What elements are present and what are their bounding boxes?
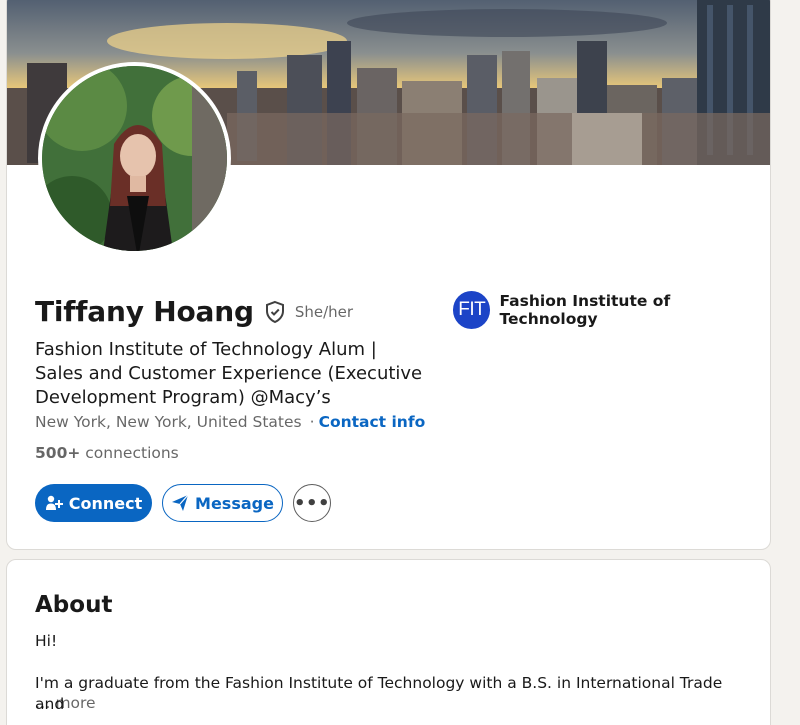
education-link[interactable]: FIT Fashion Institute of Technology (453, 291, 770, 329)
headline: Fashion Institute of Technology Alum | S… (35, 339, 423, 408)
ellipsis: … (35, 694, 51, 712)
profile-photo[interactable] (38, 62, 231, 255)
connect-label: Connect (68, 493, 143, 513)
message-button[interactable]: Message (162, 484, 283, 522)
location-row: New York, New York, United States · Contac… (35, 413, 425, 431)
profile-name: Tiffany Hoang (35, 295, 254, 328)
separator: · (309, 413, 315, 431)
profile-actions: Connect Message ••• (35, 484, 331, 522)
school-logo: FIT (453, 291, 491, 329)
location: New York, New York, United States (35, 413, 302, 431)
connections-label: connections (85, 444, 179, 462)
about-greeting: Hi! (35, 632, 58, 650)
about-body: I'm a graduate from the Fashion Institut… (35, 674, 723, 713)
about-more-row: … more (35, 694, 96, 712)
name-row: Tiffany Hoang She/her (35, 295, 353, 328)
contact-info-link[interactable]: Contact info (319, 413, 426, 431)
more-button[interactable]: ••• (293, 484, 331, 522)
see-more-link[interactable]: more (55, 694, 95, 712)
about-card: About Hi! I'm a graduate from the Fashio… (6, 559, 771, 725)
message-label: Message (195, 493, 274, 513)
add-person-icon (45, 495, 63, 510)
about-title: About (35, 592, 113, 618)
about-text: Hi! I'm a graduate from the Fashion Inst… (35, 631, 755, 715)
profile-card: Tiffany Hoang She/her Fashion Institute … (6, 0, 771, 550)
connections-count: 500+ (35, 444, 81, 462)
more-icon: ••• (294, 492, 331, 514)
school-logo-text: FIT (458, 299, 486, 320)
school-name: Fashion Institute of Technology (499, 292, 671, 328)
pronouns: She/her (294, 302, 354, 321)
send-icon (172, 494, 189, 511)
connect-button[interactable]: Connect (35, 484, 152, 522)
verified-shield-icon[interactable] (263, 300, 287, 324)
connections[interactable]: 500+ connections (35, 444, 179, 462)
